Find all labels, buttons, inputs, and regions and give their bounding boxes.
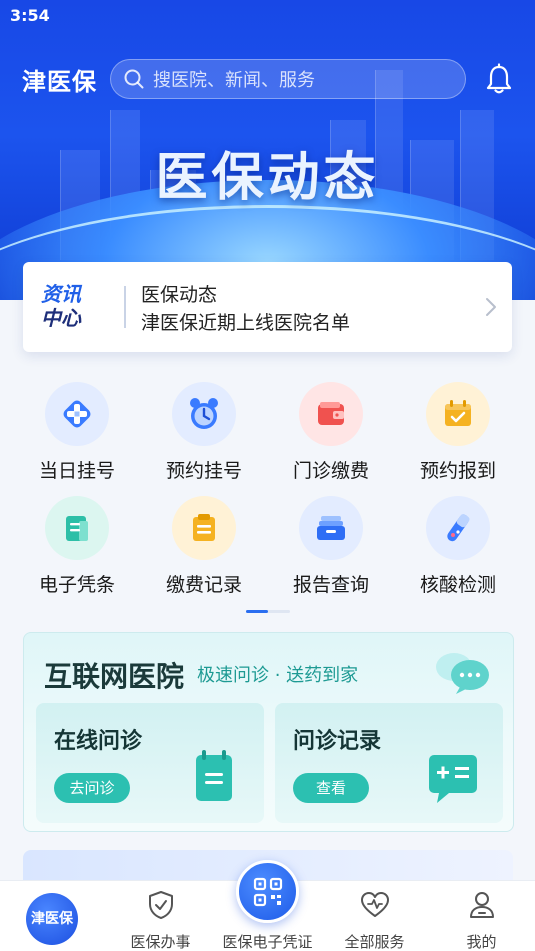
page-indicator-active: [246, 610, 268, 613]
news-center-tag: 资讯 中心: [41, 282, 91, 330]
news-tag-line2: 中心: [41, 306, 81, 330]
search-bar[interactable]: 搜医院、新闻、服务: [110, 59, 466, 99]
internet-hospital-title: 互联网医院: [44, 660, 185, 693]
notepad-icon: [196, 750, 232, 801]
e-voucher-fab[interactable]: [236, 860, 299, 923]
news-subtitle: 津医保近期上线医院名单: [141, 312, 351, 334]
service-same-day-registration[interactable]: 当日挂号: [17, 382, 137, 483]
service-label: 电子凭条: [38, 574, 115, 596]
online-consultation-title: 在线问诊: [54, 729, 143, 754]
service-label: 核酸检测: [419, 574, 496, 596]
tab-label: 医保办事: [130, 933, 191, 951]
bell-icon[interactable]: [484, 63, 514, 95]
consultation-records-card[interactable]: 问诊记录 查看: [275, 703, 503, 823]
news-tag-line1: 资讯: [41, 282, 81, 306]
service-label: 当日挂号: [38, 460, 115, 482]
service-outpatient-payment[interactable]: 门诊缴费: [271, 382, 391, 483]
heart-pulse-icon: [361, 892, 389, 917]
test-tube-icon: [426, 496, 490, 560]
tab-label: 我的: [466, 933, 497, 951]
service-appointment-registration[interactable]: 预约挂号: [144, 382, 264, 483]
news-card[interactable]: 资讯 中心 医保动态 津医保近期上线医院名单: [23, 262, 512, 352]
tab-label: 医保电子凭证: [222, 933, 313, 951]
tab-label: 全部服务: [344, 933, 405, 951]
internet-hospital-section: 互联网医院 极速问诊 · 送药到家 在线问诊 去问诊 问诊记录 查看: [23, 632, 514, 832]
internet-hospital-subtitle: 极速问诊 · 送药到家: [197, 665, 359, 686]
service-label: 预约报到: [419, 460, 496, 482]
app-brand: 津医保: [22, 68, 97, 96]
top-banner: 3:54 津医保 搜医院、新闻、服务 医保动态: [0, 0, 535, 300]
clipboard-icon: [172, 496, 236, 560]
service-payment-records[interactable]: 缴费记录: [144, 496, 264, 597]
calculator-board-icon: [429, 755, 477, 803]
service-label: 预约挂号: [165, 460, 242, 482]
chat-bubble-icon: [436, 653, 489, 694]
consultation-records-title: 问诊记录: [293, 729, 382, 754]
alarm-clock-icon: [172, 382, 236, 446]
service-label: 报告查询: [292, 574, 369, 596]
service-report-query[interactable]: 报告查询: [271, 496, 391, 597]
service-label: 门诊缴费: [292, 460, 369, 482]
service-label: 缴费记录: [165, 574, 242, 596]
inbox-tray-icon: [299, 496, 363, 560]
status-time: 3:54: [10, 6, 50, 25]
shield-check-icon: [149, 891, 173, 919]
news-divider: [124, 286, 126, 328]
search-icon: [124, 69, 144, 89]
view-records-button[interactable]: 查看: [293, 773, 369, 803]
news-title: 医保动态: [141, 284, 218, 306]
banner-title: 医保动态: [155, 148, 380, 208]
receipt-icon: [45, 496, 109, 560]
wallet-icon: [299, 382, 363, 446]
service-nucleic-acid-test[interactable]: 核酸检测: [398, 496, 518, 597]
qr-code-icon: [253, 877, 283, 907]
grid-page-indicator: [246, 610, 290, 613]
service-electronic-receipt[interactable]: 电子凭条: [17, 496, 137, 597]
user-icon: [470, 892, 494, 918]
tab-home[interactable]: 津医保: [26, 893, 78, 945]
search-placeholder: 搜医院、新闻、服务: [153, 70, 315, 91]
go-consult-button[interactable]: 去问诊: [54, 773, 130, 803]
online-consultation-card[interactable]: 在线问诊 去问诊: [36, 703, 264, 823]
chevron-right-icon: [486, 298, 496, 316]
medical-cross-icon: [45, 382, 109, 446]
service-appointment-checkin[interactable]: 预约报到: [398, 382, 518, 483]
calendar-check-icon: [426, 382, 490, 446]
